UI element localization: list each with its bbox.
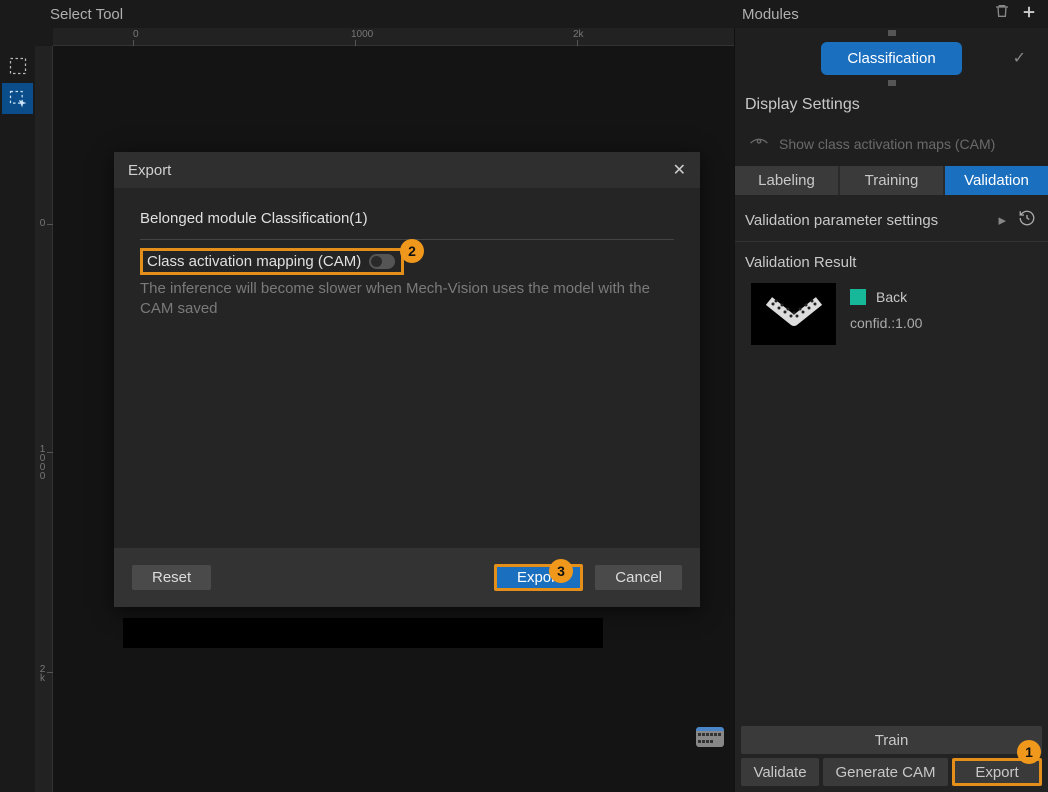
- ruler-vertical: 0 1000 2k: [35, 46, 53, 792]
- reset-button[interactable]: Reset: [132, 565, 211, 590]
- ruler-horizontal: 0 1000 2k: [53, 28, 734, 46]
- export-dialog: Export ✕ Belonged module Classification(…: [114, 152, 700, 607]
- class-label: Back: [876, 289, 907, 305]
- select-tool-title: Select Tool: [0, 0, 734, 28]
- canvas-content: [123, 618, 603, 648]
- connector-bottom-icon: [888, 80, 896, 86]
- callout-1: 1: [1017, 740, 1041, 764]
- show-cam-label: Show class activation maps (CAM): [779, 136, 995, 152]
- history-icon[interactable]: [1018, 209, 1036, 231]
- validation-result-header: Validation Result: [735, 242, 1048, 279]
- pointer-tool[interactable]: [2, 83, 33, 114]
- selection-marquee-tool[interactable]: [2, 50, 33, 81]
- checkmark-icon: ✓: [1013, 48, 1026, 68]
- tab-training[interactable]: Training: [840, 166, 943, 195]
- train-button[interactable]: Train: [741, 726, 1042, 754]
- modules-title: Modules: [742, 6, 799, 23]
- cam-toggle[interactable]: [369, 254, 395, 269]
- validation-param-settings-label: Validation parameter settings: [745, 212, 938, 229]
- close-icon[interactable]: ✕: [673, 160, 686, 180]
- cam-note: The inference will become slower when Me…: [140, 279, 674, 320]
- cancel-button[interactable]: Cancel: [595, 565, 682, 590]
- result-card[interactable]: Back confid.:1.00: [735, 279, 1048, 355]
- tab-validation[interactable]: Validation: [945, 166, 1048, 195]
- display-settings-header: Display Settings: [735, 88, 1048, 122]
- result-thumbnail: [751, 283, 836, 345]
- callout-3: 3: [549, 559, 573, 583]
- tab-labeling[interactable]: Labeling: [735, 166, 838, 195]
- validate-button[interactable]: Validate: [741, 758, 819, 786]
- connector-top-icon: [888, 30, 896, 36]
- expand-icon[interactable]: ▸: [998, 211, 1006, 229]
- belonged-module-label: Belonged module Classification(1): [140, 210, 674, 227]
- eye-icon: [749, 136, 769, 152]
- class-color-swatch: [850, 289, 866, 305]
- generate-cam-button[interactable]: Generate CAM: [823, 758, 948, 786]
- dialog-title: Export: [128, 162, 171, 179]
- keyboard-icon[interactable]: [696, 727, 724, 747]
- callout-2: 2: [400, 239, 424, 263]
- confidence-value: confid.:1.00: [850, 315, 922, 331]
- trash-icon[interactable]: [994, 3, 1010, 25]
- cam-option-label: Class activation mapping (CAM): [147, 253, 361, 270]
- classification-module-button[interactable]: Classification: [821, 42, 961, 75]
- plus-icon[interactable]: [1020, 3, 1038, 25]
